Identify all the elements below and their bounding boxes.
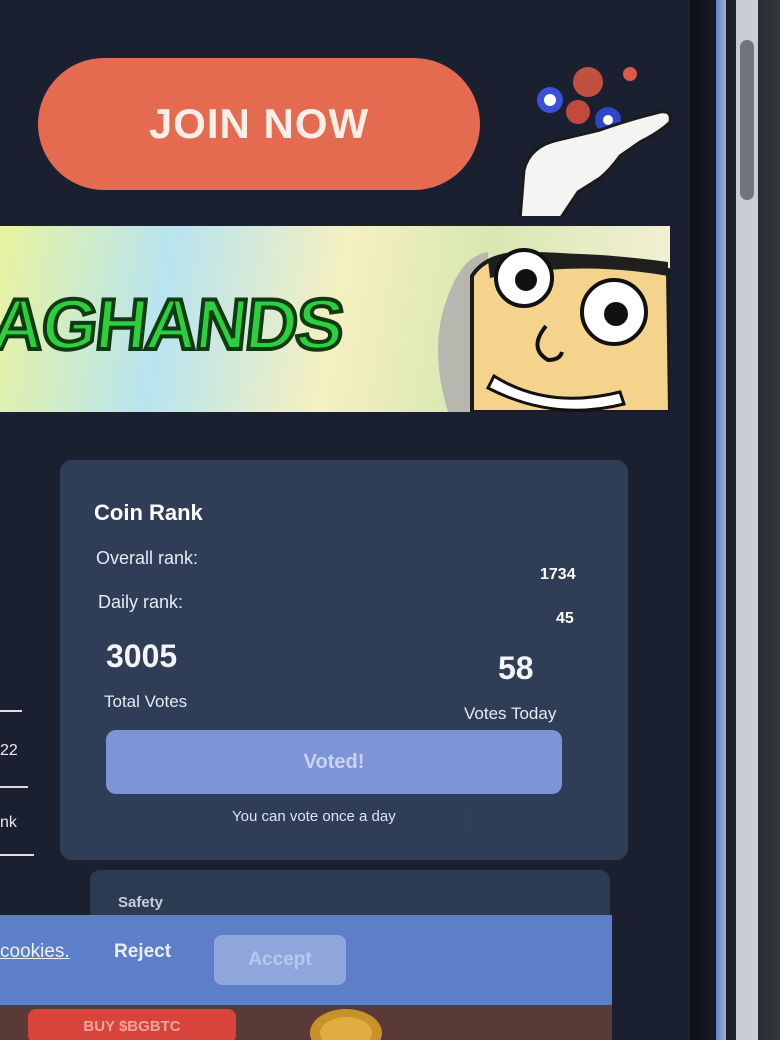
daily-rank-value: 45: [556, 610, 574, 627]
divider: [0, 854, 34, 856]
monitor-edge-glow: [716, 0, 726, 1040]
text-cursor-icon: ⌶: [460, 808, 472, 830]
coin-rank-card: Coin Rank Overall rank: 1734 Daily rank:…: [60, 460, 628, 860]
accept-cookies-button[interactable]: Accept: [214, 935, 346, 985]
banner-title: AGHANDS: [0, 283, 348, 367]
left-rank-fragment[interactable]: nk: [0, 814, 17, 832]
divider: [0, 710, 22, 712]
hand-with-coins-icon: [500, 67, 672, 232]
cookies-link[interactable]: cookies.: [0, 941, 70, 963]
divider: [0, 786, 28, 788]
coin-rank-title: Coin Rank: [94, 500, 203, 525]
cookie-consent-bar: cookies. Reject Accept: [0, 915, 612, 1005]
monitor-bezel: [690, 0, 780, 1040]
overall-rank-label: Overall rank:: [96, 548, 199, 568]
join-now-button[interactable]: JOIN NOW: [38, 58, 480, 190]
daily-rank-label: Daily rank:: [98, 592, 184, 612]
cartoon-face-icon: [438, 248, 670, 412]
buy-token-button[interactable]: BUY $BGBTC: [28, 1009, 236, 1040]
reject-cookies-button[interactable]: Reject: [114, 941, 171, 963]
coin-icon: [310, 1009, 382, 1040]
total-votes-value: 3005: [106, 638, 178, 674]
browser-viewport: JOIN NOW AGHANDS Coin Rank Overall rank:…: [0, 0, 742, 1040]
votes-today-value: 58: [498, 650, 534, 686]
votes-today-label: Votes Today: [464, 704, 557, 723]
total-votes-label: Total Votes: [104, 692, 188, 711]
project-banner: AGHANDS: [0, 226, 670, 412]
overall-rank-value: 1734: [540, 566, 576, 583]
voted-button[interactable]: Voted!: [106, 730, 562, 794]
left-date-fragment: 22: [0, 742, 18, 759]
bottom-bar: BUY $BGBTC: [0, 1005, 612, 1040]
scrollbar-thumb[interactable]: [740, 40, 754, 200]
vote-note: You can vote once a day: [232, 808, 396, 825]
safety-title: Safety: [118, 894, 164, 911]
